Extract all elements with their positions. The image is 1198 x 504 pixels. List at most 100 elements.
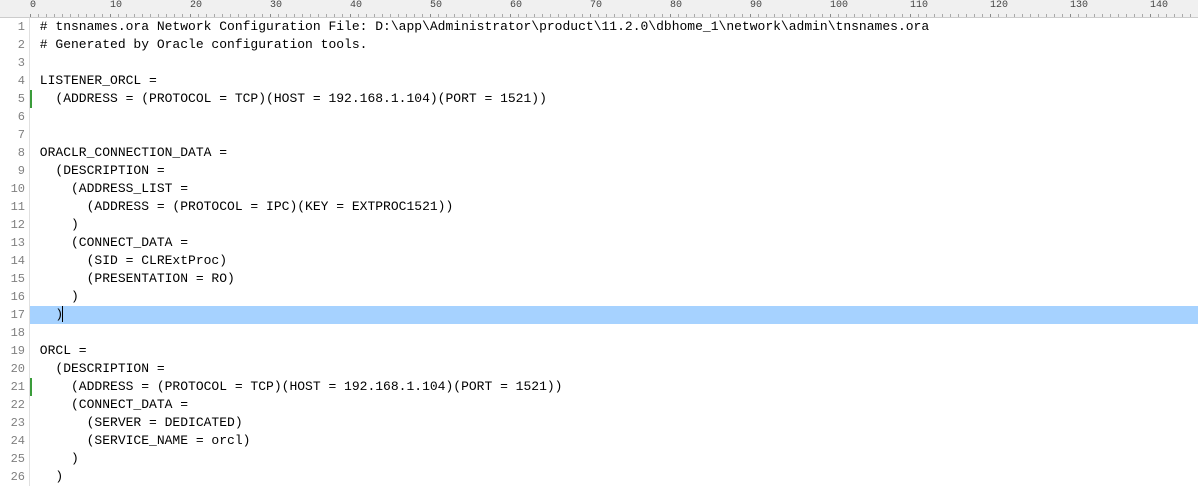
code-line[interactable]: (SERVICE_NAME = orcl) [30,432,1198,450]
ruler-minor-tick [950,14,951,17]
code-line[interactable] [30,324,1198,342]
ruler-minor-tick [102,14,103,17]
code-line[interactable]: ) [30,216,1198,234]
code-line[interactable] [30,126,1198,144]
ruler-minor-tick [966,14,967,17]
code-line[interactable]: (PRESENTATION = RO) [30,270,1198,288]
ruler-minor-tick [502,14,503,17]
ruler-minor-tick [686,14,687,17]
code-line[interactable]: (ADDRESS = (PROTOCOL = IPC)(KEY = EXTPRO… [30,198,1198,216]
code-text: (PRESENTATION = RO) [32,271,235,286]
line-number: 26 [0,468,25,486]
code-line[interactable]: ) [30,306,1198,324]
ruler-major-tick: 110 [910,0,928,18]
code-line[interactable]: (DESCRIPTION = [30,162,1198,180]
ruler-major-tick: 10 [110,0,122,18]
code-line[interactable]: ORCL = [30,342,1198,360]
ruler-major-tick: 100 [830,0,848,18]
ruler-minor-tick [630,14,631,17]
code-line[interactable]: (DESCRIPTION = [30,360,1198,378]
ruler-minor-tick [878,14,879,17]
ruler-major-tick: 140 [1150,0,1168,18]
ruler-label: 0 [30,0,36,11]
ruler-minor-tick [470,14,471,17]
code-text: ORCL = [32,343,87,358]
ruler-major-tick: 120 [990,0,1008,18]
code-line[interactable]: (ADDRESS = (PROTOCOL = TCP)(HOST = 192.1… [30,90,1198,108]
code-line[interactable]: # Generated by Oracle configuration tool… [30,36,1198,54]
code-line[interactable]: ) [30,468,1198,486]
ruler-label: 60 [510,0,522,11]
ruler-minor-tick [166,14,167,17]
line-number: 5 [0,90,25,108]
ruler-minor-tick [478,14,479,17]
code-line[interactable] [30,108,1198,126]
ruler-minor-tick [182,14,183,17]
code-editor[interactable]: 1234567891011121314151617181920212223242… [0,18,1198,486]
ruler-label: 10 [110,0,122,11]
ruler-minor-tick [142,14,143,17]
code-text: (SERVER = DEDICATED) [32,415,243,430]
line-number: 9 [0,162,25,180]
code-line[interactable]: ORACLR_CONNECTION_DATA = [30,144,1198,162]
ruler-minor-tick [1062,14,1063,17]
code-line[interactable]: ) [30,450,1198,468]
code-text: (CONNECT_DATA = [32,397,188,412]
ruler-minor-tick [326,14,327,17]
line-number: 18 [0,324,25,342]
line-number: 25 [0,450,25,468]
code-line[interactable]: (CONNECT_DATA = [30,234,1198,252]
ruler-major-tick: 70 [590,0,602,18]
ruler-minor-tick [406,14,407,17]
ruler-minor-tick [382,14,383,17]
code-text: ) [32,217,79,232]
code-area[interactable]: # tnsnames.ora Network Configuration Fil… [30,18,1198,486]
ruler-minor-tick [222,14,223,17]
ruler-minor-tick [1118,14,1119,17]
ruler-minor-tick [294,14,295,17]
code-line[interactable]: (ADDRESS_LIST = [30,180,1198,198]
code-line[interactable]: ) [30,288,1198,306]
ruler-minor-tick [1126,14,1127,17]
ruler-minor-tick [230,14,231,17]
ruler-label: 110 [910,0,928,11]
ruler-label: 120 [990,0,1008,11]
line-number: 16 [0,288,25,306]
ruler-major-tick: 50 [430,0,442,18]
code-text: (ADDRESS = (PROTOCOL = TCP)(HOST = 192.1… [32,379,563,394]
ruler-minor-tick [550,14,551,17]
code-line[interactable]: (SID = CLRExtProc) [30,252,1198,270]
line-number: 12 [0,216,25,234]
code-line[interactable]: (SERVER = DEDICATED) [30,414,1198,432]
ruler-minor-tick [982,14,983,17]
ruler-minor-tick [534,14,535,17]
ruler-label: 40 [350,0,362,11]
ruler-minor-tick [894,14,895,17]
ruler-minor-tick [622,14,623,17]
code-line[interactable]: (CONNECT_DATA = [30,396,1198,414]
ruler-minor-tick [742,14,743,17]
line-number: 20 [0,360,25,378]
code-line[interactable]: LISTENER_ORCL = [30,72,1198,90]
code-line[interactable] [30,54,1198,72]
code-text: # tnsnames.ora Network Configuration Fil… [32,19,929,34]
line-number: 11 [0,198,25,216]
ruler-minor-tick [1054,14,1055,17]
ruler-label: 30 [270,0,282,11]
ruler-minor-tick [302,14,303,17]
ruler-minor-tick [1094,14,1095,17]
ruler-minor-tick [422,14,423,17]
ruler-minor-tick [902,14,903,17]
ruler-minor-tick [766,14,767,17]
code-line[interactable]: # tnsnames.ora Network Configuration Fil… [30,18,1198,36]
code-text: ) [32,469,63,484]
ruler-minor-tick [342,14,343,17]
ruler-minor-tick [1014,14,1015,17]
ruler-minor-tick [254,14,255,17]
ruler-minor-tick [870,14,871,17]
caret [62,306,63,322]
ruler-minor-tick [702,14,703,17]
code-line[interactable]: (ADDRESS = (PROTOCOL = TCP)(HOST = 192.1… [30,378,1198,396]
ruler-minor-tick [606,14,607,17]
ruler-minor-tick [494,14,495,17]
